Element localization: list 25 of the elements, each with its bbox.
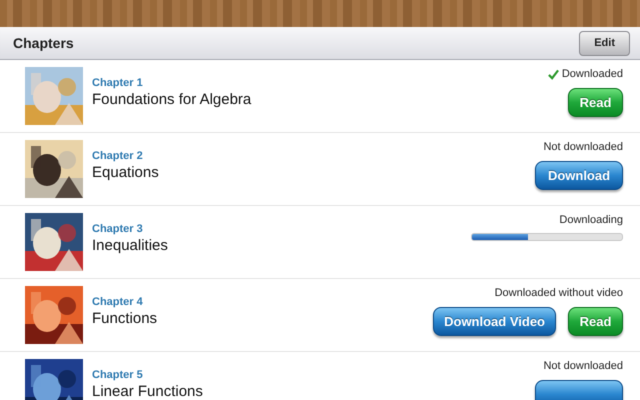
chapter-number: Chapter 3 (92, 223, 143, 235)
toolbar-title: Chapters (13, 35, 74, 51)
chapter-row[interactable]: Chapter 5 Linear Functions Not downloaded (0, 352, 640, 400)
chapter-title: Foundations for Algebra (92, 91, 252, 108)
chapter-title: Functions (92, 310, 158, 327)
status-label: Downloaded (562, 68, 623, 80)
status-label: Downloaded without video (494, 287, 623, 299)
chapter-row[interactable]: Chapter 1 Foundations for Algebra Downloaded Read (0, 60, 640, 133)
status-label: Downloading (559, 214, 623, 226)
chapter-row[interactable]: Chapter 2 Equations Not downloaded Download (0, 133, 640, 206)
chapter-number: Chapter 1 (92, 77, 143, 89)
chapter-number: Chapter 4 (92, 296, 143, 308)
chapter-title: Inequalities (92, 237, 168, 254)
chapter-title: Equations (92, 164, 159, 181)
chapter-number: Chapter 2 (92, 150, 143, 162)
chapter-title: Linear Functions (92, 383, 203, 400)
chapter-row[interactable]: Chapter 4 Functions Downloaded without video Download Video Read (0, 279, 640, 352)
download-button[interactable]: Download (535, 161, 623, 190)
chapter-number: Chapter 5 (92, 369, 143, 381)
chapter-row[interactable]: Chapter 3 Inequalities Downloading (0, 206, 640, 279)
status-label: Not downloaded (543, 141, 623, 153)
edit-button[interactable]: Edit (579, 30, 630, 56)
check-icon (548, 68, 559, 80)
status-label: Not downloaded (543, 360, 623, 372)
download-button[interactable]: Download Video (433, 307, 556, 336)
